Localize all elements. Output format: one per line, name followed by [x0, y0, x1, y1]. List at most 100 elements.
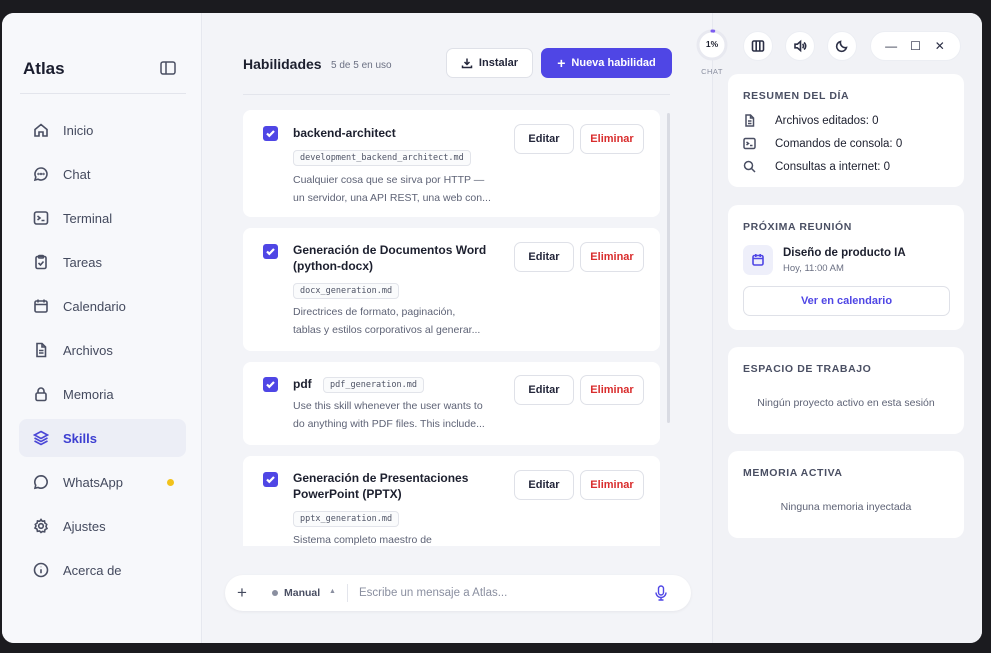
stat-label: Archivos editados: 0: [775, 114, 879, 127]
sidebar-item-label: Acerca de: [63, 562, 122, 578]
sidebar-item-archivos[interactable]: Archivos: [19, 331, 186, 369]
sidebar-item-acerca-de[interactable]: Acerca de: [19, 551, 186, 589]
sidebar-item-label: Archivos: [63, 342, 113, 358]
sidebar-item-chat[interactable]: Chat: [19, 155, 186, 193]
notification-dot: [167, 479, 174, 486]
delete-button[interactable]: Eliminar: [580, 470, 644, 500]
delete-button[interactable]: Eliminar: [580, 242, 644, 272]
check-icon: [266, 248, 275, 256]
active-memory-panel: MEMORIA ACTIVA Ninguna memoria inyectada: [728, 451, 964, 538]
minimize-icon[interactable]: —: [884, 39, 898, 53]
meeting-time: Hoy, 11:00 AM: [783, 263, 844, 274]
skill-file-tag: pdf_generation.md: [323, 377, 424, 393]
daily-summary-panel: RESUMEN DEL DÍA Archivos editados: 0 Com…: [728, 74, 964, 187]
skill-name: Generación de Documentos Word (python-do…: [293, 242, 486, 274]
skill-name: Generación de Presentaciones PowerPoint …: [293, 470, 468, 502]
sidebar-item-whatsapp[interactable]: WhatsApp: [19, 463, 186, 501]
sidebar-item-calendario[interactable]: Calendario: [19, 287, 186, 325]
close-icon[interactable]: ✕: [933, 39, 947, 53]
sidebar-item-label: Ajustes: [63, 518, 106, 534]
meeting-icon-box: [743, 245, 773, 275]
layout-toggle-button[interactable]: [743, 31, 773, 61]
description-line: Cualquier cosa que se sirva por HTTP —: [293, 174, 485, 186]
skill-name-line: Generación de Presentaciones: [293, 471, 469, 485]
check-icon: [266, 476, 275, 484]
lock-icon: [35, 387, 47, 402]
description-line: Use this skill whenever the user wants t…: [293, 400, 483, 412]
sidebar-item-label: Chat: [63, 166, 91, 182]
sidebar-item-memoria[interactable]: Memoria: [19, 375, 186, 413]
sidebar-item-label: WhatsApp: [63, 474, 123, 490]
theme-toggle-button[interactable]: [827, 31, 857, 61]
skill-file-tag: docx_generation.md: [293, 283, 400, 299]
clipboard-icon: [35, 254, 47, 270]
sidebar-item-tareas[interactable]: Tareas: [19, 243, 186, 281]
panel-title: PRÓXIMA REUNIÓN: [743, 221, 852, 233]
skill-description: Cualquier cosa que se sirva por HTTP — u…: [293, 172, 503, 207]
new-skill-label: Nueva habilidad: [571, 57, 656, 69]
sidebar-item-label: Skills: [63, 430, 97, 446]
chat-icon: [33, 167, 48, 182]
header-divider: [243, 94, 670, 95]
panel-title: RESUMEN DEL DÍA: [743, 90, 850, 102]
maximize-icon[interactable]: ☐: [908, 39, 922, 53]
delete-button[interactable]: Eliminar: [580, 124, 644, 154]
plus-icon: +: [557, 55, 566, 71]
description-line: do anything with PDF files. This include…: [293, 417, 485, 430]
sidebar-item-label: Memoria: [63, 386, 114, 402]
skill-enabled-checkbox[interactable]: [263, 472, 278, 487]
sidebar-item-ajustes[interactable]: Ajustes: [19, 507, 186, 545]
view-calendar-button[interactable]: Ver en calendario: [743, 286, 950, 316]
home-icon: [34, 123, 48, 137]
skill-file-tag: pptx_generation.md: [293, 511, 400, 527]
sidebar-item-label: Tareas: [63, 254, 103, 270]
speaker-icon: [794, 39, 807, 53]
info-icon: [33, 562, 49, 578]
skill-enabled-checkbox[interactable]: [263, 126, 278, 141]
new-skill-button[interactable]: + Nueva habilidad: [541, 48, 672, 78]
list-scrollbar[interactable]: [667, 113, 670, 423]
columns-icon: [751, 40, 765, 52]
sidebar-toggle-icon[interactable]: [160, 61, 176, 75]
skills-list: backend-architect development_backend_ar…: [243, 108, 663, 546]
install-button[interactable]: Instalar: [446, 48, 533, 78]
sidebar-item-terminal[interactable]: Terminal: [19, 199, 186, 237]
skill-enabled-checkbox[interactable]: [263, 244, 278, 259]
calendar-icon: [34, 299, 48, 313]
terminal-icon: [743, 137, 756, 150]
edit-button[interactable]: Editar: [514, 375, 574, 405]
sidebar-item-skills[interactable]: Skills: [19, 419, 186, 457]
calendar-icon: [752, 254, 764, 266]
skills-count: 5 de 5 en uso: [331, 60, 392, 71]
message-composer: + Manual ▲: [225, 575, 691, 611]
sidebar-nav: Inicio Chat Terminal Tareas Calendario A…: [19, 111, 186, 595]
description-line: un servidor, una API REST, una web con..…: [293, 191, 491, 204]
delete-button[interactable]: Eliminar: [580, 375, 644, 405]
skill-enabled-checkbox[interactable]: [263, 377, 278, 392]
sidebar-item-label: Inicio: [63, 122, 94, 138]
mode-selector[interactable]: Manual: [284, 587, 320, 599]
meeting-name: Diseño de producto IA: [783, 247, 906, 259]
usage-percent: 1%: [705, 39, 719, 49]
whatsapp-icon: [33, 474, 48, 490]
sidebar-divider: [20, 93, 186, 94]
skill-description: Directrices de formato, paginación, tabl…: [293, 304, 503, 339]
edit-button[interactable]: Editar: [514, 124, 574, 154]
terminal-icon: [33, 211, 49, 225]
attach-plus-icon[interactable]: +: [237, 584, 247, 601]
edit-button[interactable]: Editar: [514, 470, 574, 500]
sidebar-item-inicio[interactable]: Inicio: [19, 111, 186, 149]
edit-button[interactable]: Editar: [514, 242, 574, 272]
stat-files-edited: Archivos editados: 0: [743, 114, 879, 127]
volume-button[interactable]: [785, 31, 815, 61]
workspace-empty-text: Ningún proyecto activo en esta sesión: [757, 397, 935, 409]
skill-name-line: (python-docx): [293, 259, 373, 273]
caret-up-icon[interactable]: ▲: [329, 588, 336, 595]
skill-card: Generación de Documentos Word (python-do…: [243, 228, 660, 351]
message-input[interactable]: [359, 584, 639, 602]
install-label: Instalar: [478, 57, 519, 69]
skill-card: backend-architect development_backend_ar…: [243, 110, 660, 217]
microphone-icon[interactable]: [654, 585, 668, 601]
memory-empty-text: Ninguna memoria inyectada: [780, 501, 912, 513]
sidebar: Atlas Inicio Chat Terminal Tareas Calend…: [2, 13, 202, 643]
